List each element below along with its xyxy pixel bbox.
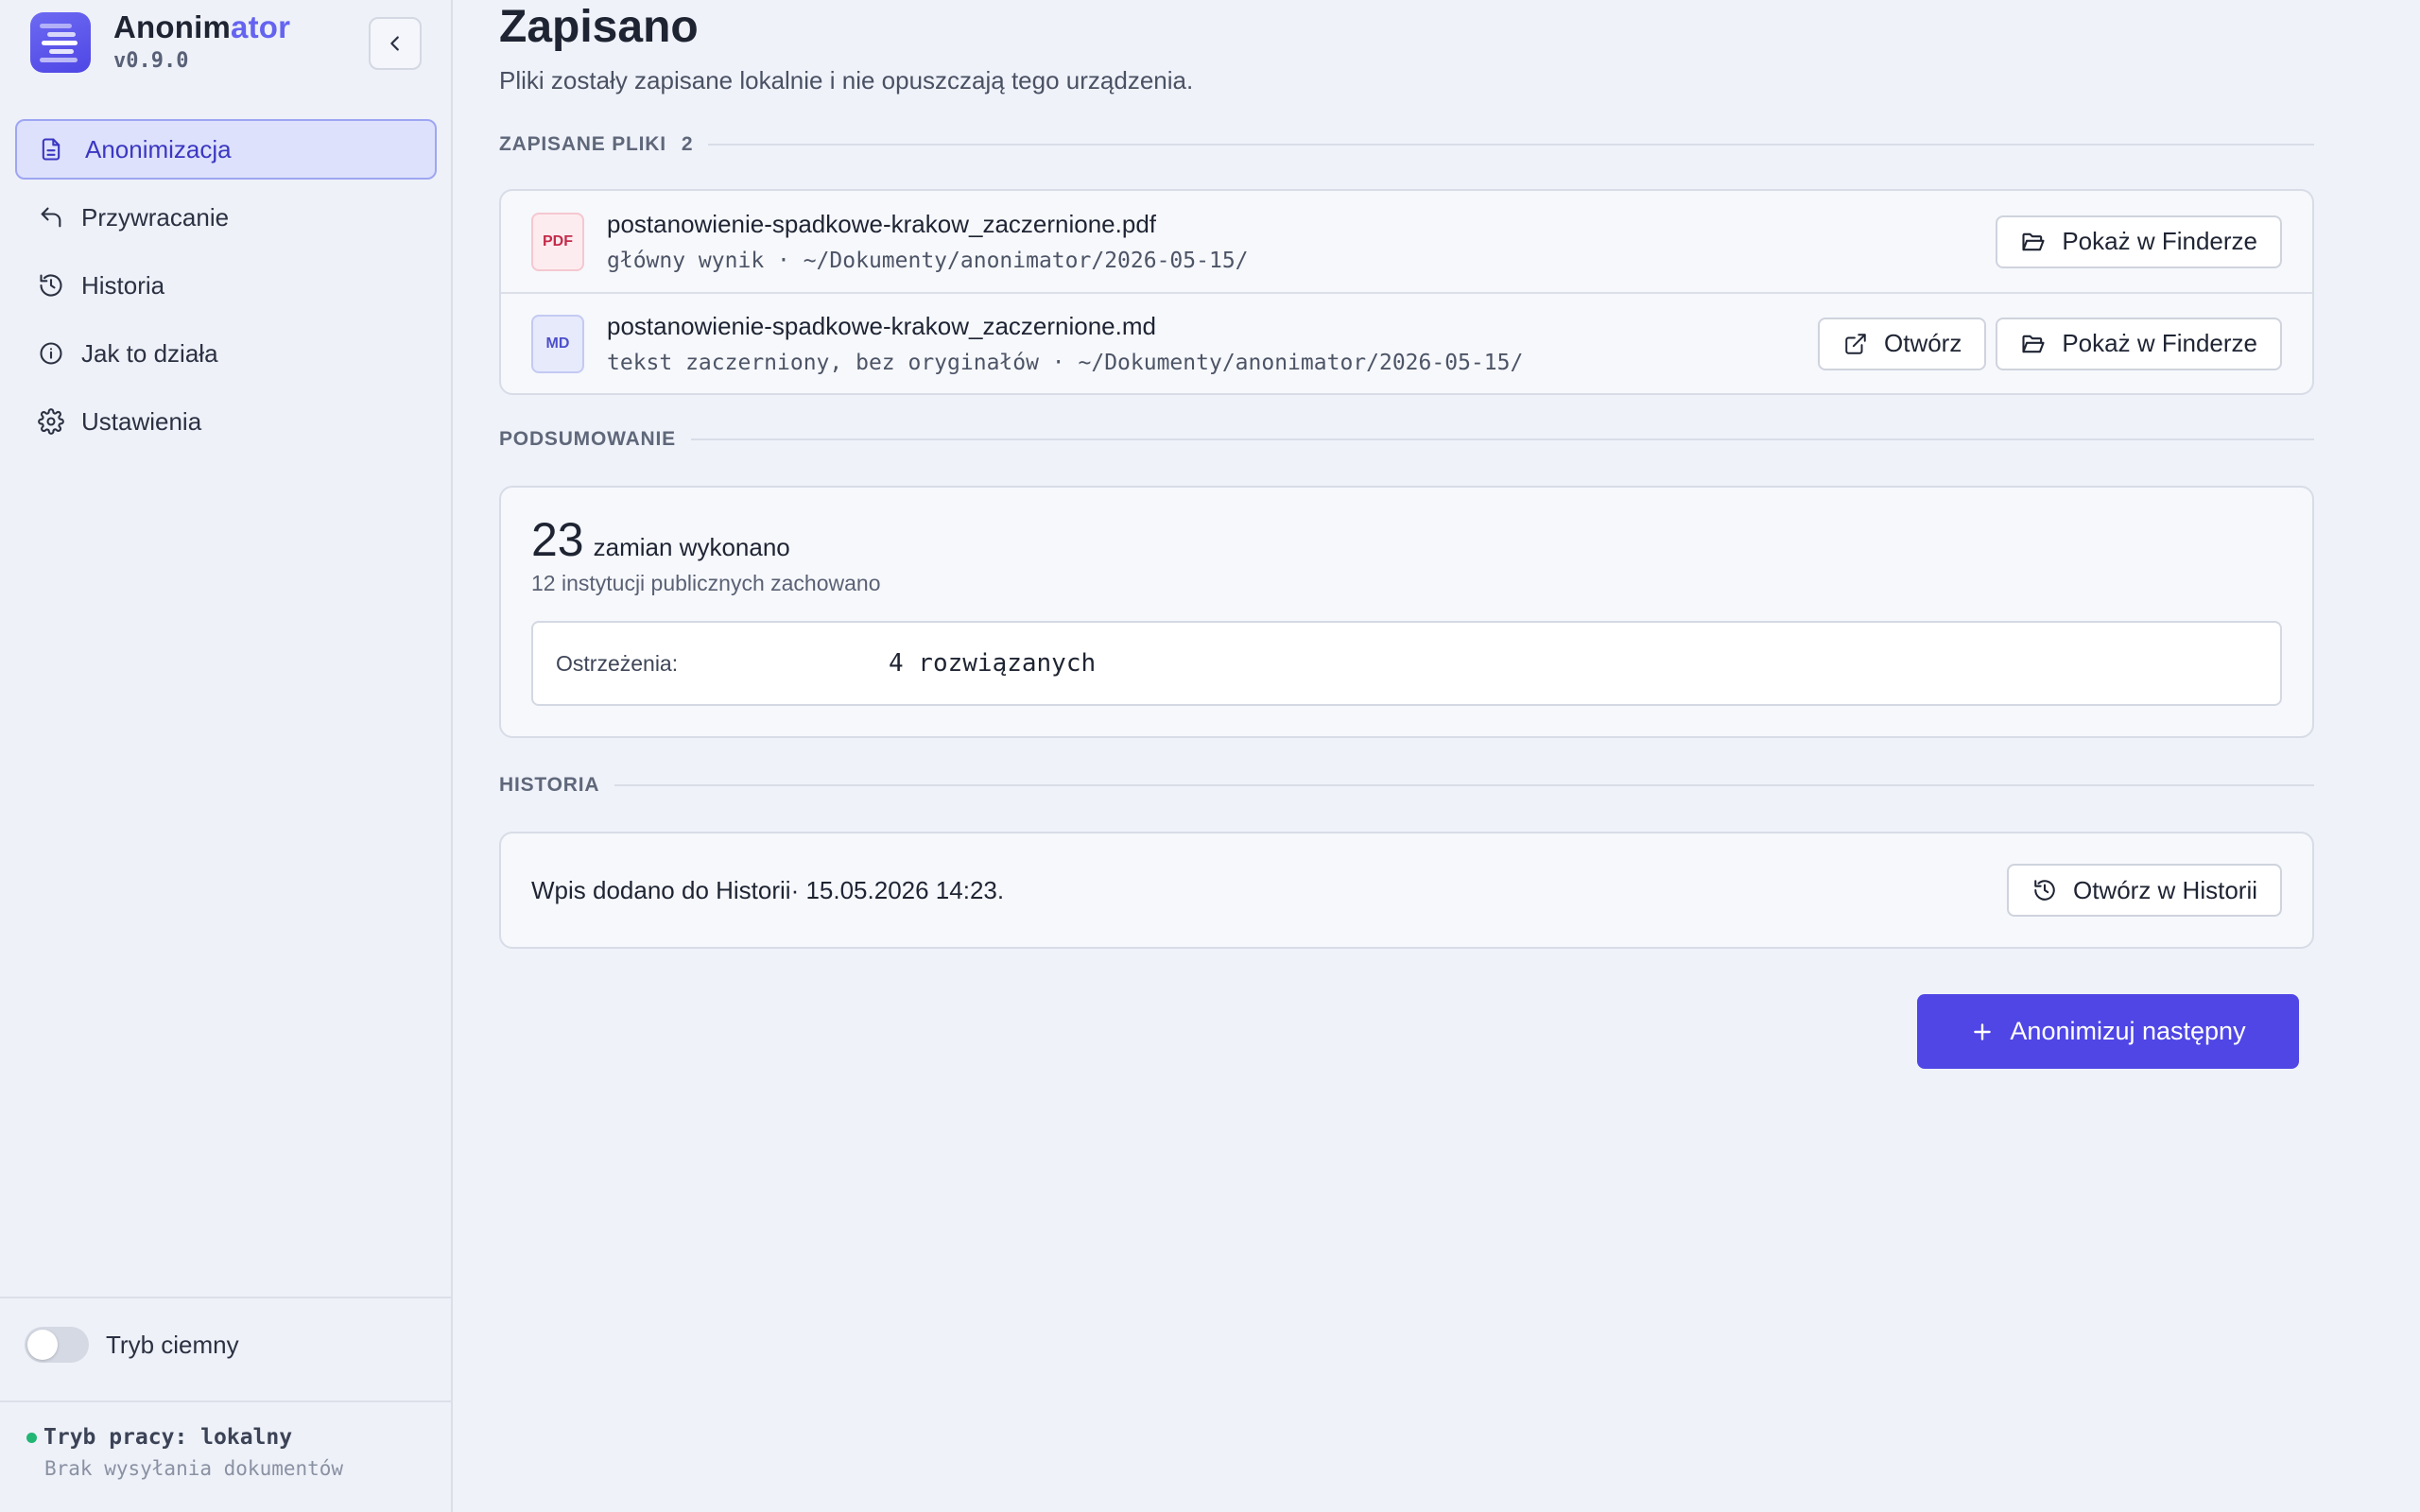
dark-mode-toggle[interactable]: Tryb ciemny — [25, 1327, 239, 1363]
section-label: PODSUMOWANIE — [499, 428, 676, 450]
chevron-left-icon — [390, 36, 399, 51]
dark-mode-switch[interactable] — [25, 1327, 89, 1363]
anonymize-next-button[interactable]: Anonimizuj następny — [1917, 994, 2299, 1069]
page-subtitle: Pliki zostały zapisane lokalnie i nie op… — [499, 66, 1194, 94]
markdown-file-icon: MD — [531, 314, 584, 373]
sidebar-item-ustawienia[interactable]: Ustawienia — [15, 391, 437, 452]
sidebar-item-label: Jak to działa — [81, 338, 218, 368]
external-link-icon — [1842, 331, 1869, 357]
warnings-value: 4 rozwiązanych — [889, 649, 1097, 678]
section-label: HISTORIA — [499, 774, 600, 796]
sidebar-item-label: Przywracanie — [81, 202, 230, 232]
file-meta: główny wynik · ~/Dokumenty/anonimator/20… — [607, 249, 1249, 273]
gear-icon — [36, 406, 66, 437]
history-icon — [2031, 877, 2058, 903]
summary-card: 23 zamian wykonano 12 instytucji publiczn… — [499, 486, 2314, 738]
show-in-finder-button[interactable]: Pokaż w Finderze — [1996, 215, 2282, 268]
saved-files-count: 2 — [681, 133, 693, 155]
brand: Anonimator v0.9.0 — [30, 11, 290, 73]
dark-mode-label: Tryb ciemny — [106, 1330, 239, 1359]
history-header: HISTORIA — [499, 774, 2314, 797]
summary-header: PODSUMOWANIE — [499, 428, 2314, 451]
sidebar-item-anonimizacja[interactable]: Anonimizacja — [15, 119, 437, 180]
document-icon — [36, 134, 66, 164]
sidebar: Anonimator v0.9.0 Anonimizacja Przywraca… — [0, 0, 453, 1512]
app-name: Anonimator — [113, 9, 291, 44]
replacements-count: 23 — [531, 513, 584, 566]
info-icon — [36, 338, 66, 369]
open-file-button[interactable]: Otwórz — [1818, 317, 1987, 370]
file-row: MD postanowienie-spadkowe-krakow_zaczern… — [501, 292, 2312, 393]
sidebar-divider — [0, 1297, 451, 1298]
section-label: ZAPISANE PLIKI — [499, 133, 666, 155]
saved-files-header: ZAPISANE PLIKI 2 — [499, 133, 2314, 156]
institutions-text: 12 instytucji publicznych zachowano — [531, 571, 881, 595]
sidebar-divider — [0, 1400, 451, 1402]
pdf-file-icon: PDF — [531, 212, 584, 271]
plus-icon — [1970, 1020, 1995, 1044]
saved-files-card: PDF postanowienie-spadkowe-krakow_zaczer… — [499, 189, 2314, 395]
file-row: PDF postanowienie-spadkowe-krakow_zaczer… — [501, 191, 2312, 292]
app-version: v0.9.0 — [113, 49, 189, 73]
file-meta: tekst zaczerniony, bez oryginałów · ~/Do… — [607, 351, 1524, 375]
sidebar-item-przywracanie[interactable]: Przywracanie — [15, 187, 437, 248]
folder-open-icon — [2020, 229, 2047, 255]
warnings-box: Ostrzeżenia: 4 rozwiązanych — [531, 621, 2282, 706]
page-title: Zapisano — [499, 2, 699, 52]
anonymize-next-label: Anonimizuj następny — [2010, 1017, 2246, 1045]
history-entry-text: Wpis dodano do Historii· 15.05.2026 14:2… — [531, 875, 1005, 904]
status-subtitle: Brak wysyłania dokumentów — [44, 1457, 344, 1480]
undo-arrow-icon — [36, 202, 66, 232]
sidebar-item-label: Anonimizacja — [85, 134, 232, 163]
sidebar-item-label: Historia — [81, 270, 165, 300]
sidebar-item-historia[interactable]: Historia — [15, 255, 437, 316]
file-name: postanowienie-spadkowe-krakow_zaczernion… — [607, 210, 1157, 238]
folder-open-icon — [2020, 331, 2047, 357]
open-in-history-button[interactable]: Otwórz w Historii — [2006, 864, 2282, 917]
status-dot-icon — [26, 1432, 37, 1443]
collapse-sidebar-button[interactable] — [369, 17, 422, 70]
app-logo — [30, 11, 91, 73]
sidebar-nav: Anonimizacja Przywracanie Historia Jak t… — [15, 119, 437, 459]
sidebar-item-jak-to-dziala[interactable]: Jak to działa — [15, 323, 437, 384]
sidebar-item-label: Ustawienia — [81, 406, 202, 436]
show-in-finder-button[interactable]: Pokaż w Finderze — [1996, 317, 2282, 370]
status-title: Tryb pracy: lokalny — [43, 1425, 293, 1450]
warnings-label: Ostrzeżenia: — [556, 650, 679, 676]
history-icon — [36, 270, 66, 301]
replacements-text: zamian wykonano — [593, 533, 790, 561]
work-mode-status: Tryb pracy: lokalny Brak wysyłania dokum… — [26, 1425, 343, 1480]
file-name: postanowienie-spadkowe-krakow_zaczernion… — [607, 312, 1156, 340]
history-card: Wpis dodano do Historii· 15.05.2026 14:2… — [499, 832, 2314, 949]
